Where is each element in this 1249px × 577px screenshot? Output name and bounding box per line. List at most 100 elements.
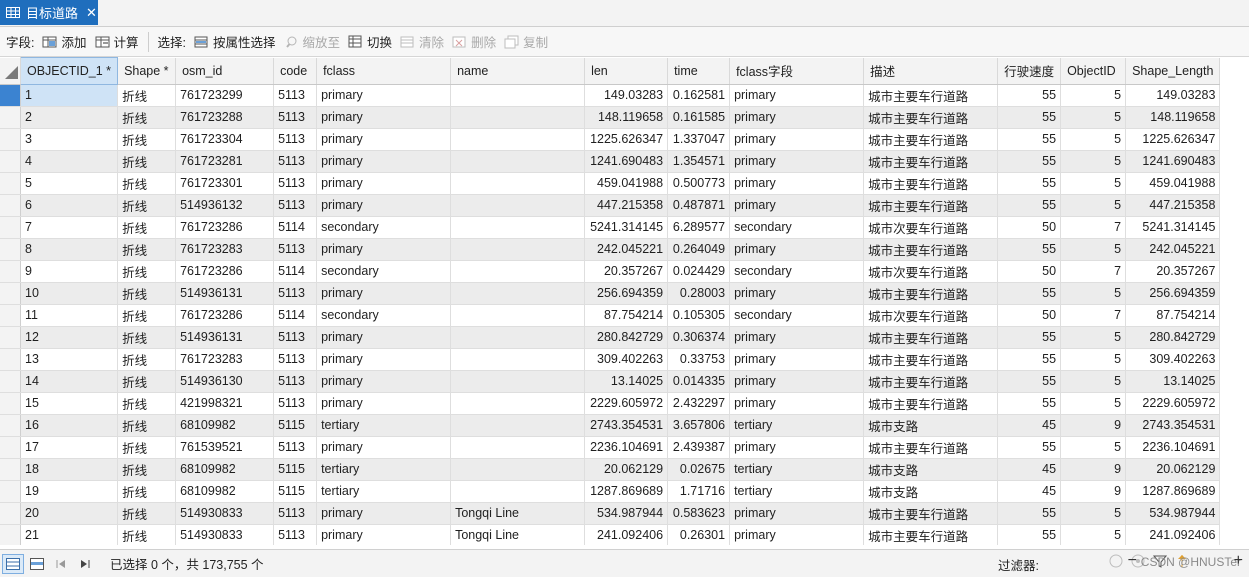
table-cell[interactable]: 50 [997, 216, 1062, 239]
table-cell[interactable]: 20.357267 [584, 260, 669, 283]
row-selector[interactable] [0, 458, 21, 481]
table-cell[interactable]: 5 [1060, 128, 1127, 151]
table-cell[interactable]: Tongqi Line [450, 502, 586, 525]
table-cell[interactable]: 城市支路 [863, 414, 999, 437]
table-cell[interactable]: 68109982 [175, 414, 275, 437]
table-cell[interactable]: secondary [316, 304, 452, 327]
table-cell[interactable]: 1.71716 [667, 480, 731, 503]
table-row[interactable]: 13 折线 761723283 5113 primary 309.402263 0.3375… [0, 348, 1221, 371]
table-row[interactable]: 14 折线 514936130 5113 primary 13.14025 0.014335… [0, 370, 1221, 393]
table-cell[interactable]: 城市主要车行道路 [863, 436, 999, 459]
table-cell[interactable]: 折线 [117, 326, 177, 349]
table-cell[interactable]: 55 [997, 326, 1062, 349]
table-cell[interactable] [450, 326, 586, 349]
table-cell[interactable]: secondary [729, 216, 865, 239]
table-cell[interactable]: 514936131 [175, 282, 275, 305]
table-cell[interactable]: primary [729, 392, 865, 415]
show-all-records-button[interactable] [2, 553, 24, 574]
table-cell[interactable]: tertiary [729, 480, 865, 503]
table-cell[interactable]: 55 [997, 106, 1062, 129]
table-cell[interactable]: primary [729, 524, 865, 545]
table-cell[interactable]: 5 [1060, 348, 1127, 371]
column-header[interactable]: Shape_Length [1125, 57, 1221, 85]
table-cell[interactable]: 5 [1060, 524, 1127, 545]
table-cell[interactable]: 761723286 [175, 260, 275, 283]
table-cell[interactable]: 2236.104691 [1125, 436, 1221, 459]
table-cell[interactable] [450, 172, 586, 195]
table-cell[interactable]: 0.161585 [667, 106, 731, 129]
table-cell[interactable]: 1225.626347 [1125, 128, 1221, 151]
table-cell[interactable]: 城市主要车行道路 [863, 348, 999, 371]
table-cell[interactable]: 309.402263 [1125, 348, 1221, 371]
table-row[interactable]: 9 折线 761723286 5114 secondary 20.357267 0.0244… [0, 260, 1221, 283]
table-cell[interactable]: 城市次要车行道路 [863, 216, 999, 239]
table-cell[interactable]: 19 [20, 480, 119, 503]
column-header[interactable]: osm_id [175, 57, 275, 85]
table-row[interactable]: 12 折线 514936131 5113 primary 280.842729 0.3063… [0, 326, 1221, 349]
table-cell[interactable]: 5113 [273, 436, 318, 459]
table-cell[interactable]: 1287.869689 [584, 480, 669, 503]
table-cell[interactable]: 0.583623 [667, 502, 731, 525]
table-row[interactable]: 10 折线 514936131 5113 primary 256.694359 0.2800… [0, 282, 1221, 305]
table-cell[interactable]: 45 [997, 480, 1062, 503]
table-cell[interactable]: 5113 [273, 84, 318, 107]
row-selector[interactable] [0, 172, 21, 195]
table-cell[interactable]: 城市主要车行道路 [863, 150, 999, 173]
table-row[interactable]: 21 折线 514930833 5113 primary Tongqi Line 241.0… [0, 524, 1221, 545]
table-cell[interactable]: 10 [20, 282, 119, 305]
table-cell[interactable]: 514936130 [175, 370, 275, 393]
table-cell[interactable] [450, 480, 586, 503]
row-selector[interactable] [0, 524, 21, 545]
table-cell[interactable]: primary [316, 524, 452, 545]
table-cell[interactable]: 折线 [117, 436, 177, 459]
table-row[interactable]: 3 折线 761723304 5113 primary 1225.626347 1.3370… [0, 128, 1221, 151]
table-row[interactable]: 15 折线 421998321 5113 primary 2229.605972 2.432… [0, 392, 1221, 415]
table-cell[interactable]: 0.26301 [667, 524, 731, 545]
calculate-field-button[interactable]: 计算 [91, 31, 143, 53]
zoom-out-button[interactable]: − [1128, 552, 1137, 570]
table-cell[interactable]: primary [729, 348, 865, 371]
table-cell[interactable]: primary [729, 238, 865, 261]
table-cell[interactable]: primary [316, 502, 452, 525]
table-cell[interactable]: 折线 [117, 194, 177, 217]
table-cell[interactable]: 1241.690483 [584, 150, 669, 173]
table-cell[interactable]: 2743.354531 [1125, 414, 1221, 437]
table-cell[interactable]: 5 [1060, 172, 1127, 195]
table-cell[interactable]: 折线 [117, 392, 177, 415]
table-cell[interactable]: 55 [997, 502, 1062, 525]
table-cell[interactable]: 折线 [117, 238, 177, 261]
table-cell[interactable]: 514930833 [175, 524, 275, 545]
table-cell[interactable]: 折线 [117, 348, 177, 371]
table-cell[interactable]: tertiary [316, 414, 452, 437]
table-cell[interactable] [450, 304, 586, 327]
table-cell[interactable]: 2.432297 [667, 392, 731, 415]
column-header[interactable]: OBJECTID_1 * [19, 57, 119, 85]
table-cell[interactable]: 折线 [117, 84, 177, 107]
table-row[interactable]: 19 折线 68109982 5115 tertiary 1287.869689 1.717… [0, 480, 1221, 503]
table-cell[interactable]: 5 [1060, 106, 1127, 129]
table-cell[interactable]: 11 [20, 304, 119, 327]
row-selector[interactable] [0, 414, 21, 437]
table-cell[interactable] [450, 458, 586, 481]
table-cell[interactable]: 5113 [273, 106, 318, 129]
table-cell[interactable]: 8 [20, 238, 119, 261]
table-cell[interactable]: 5 [20, 172, 119, 195]
table-row[interactable]: 2 折线 761723288 5113 primary 148.119658 0.16158… [0, 106, 1221, 129]
table-cell[interactable]: 城市主要车行道路 [863, 524, 999, 545]
table-cell[interactable]: tertiary [729, 414, 865, 437]
table-cell[interactable]: 148.119658 [584, 106, 669, 129]
table-cell[interactable]: primary [729, 436, 865, 459]
table-cell[interactable]: tertiary [316, 480, 452, 503]
table-cell[interactable]: primary [729, 150, 865, 173]
table-cell[interactable]: 5115 [273, 480, 318, 503]
column-header[interactable]: len [584, 57, 669, 85]
table-cell[interactable]: 折线 [117, 172, 177, 195]
table-cell[interactable]: 13.14025 [1125, 370, 1221, 393]
table-cell[interactable]: 3.657806 [667, 414, 731, 437]
table-cell[interactable]: primary [316, 172, 452, 195]
table-cell[interactable] [450, 84, 586, 107]
table-cell[interactable]: 5114 [273, 216, 318, 239]
table-cell[interactable]: primary [729, 84, 865, 107]
column-header[interactable]: time [667, 57, 731, 85]
switch-selection-button[interactable]: 切换 [344, 31, 396, 53]
